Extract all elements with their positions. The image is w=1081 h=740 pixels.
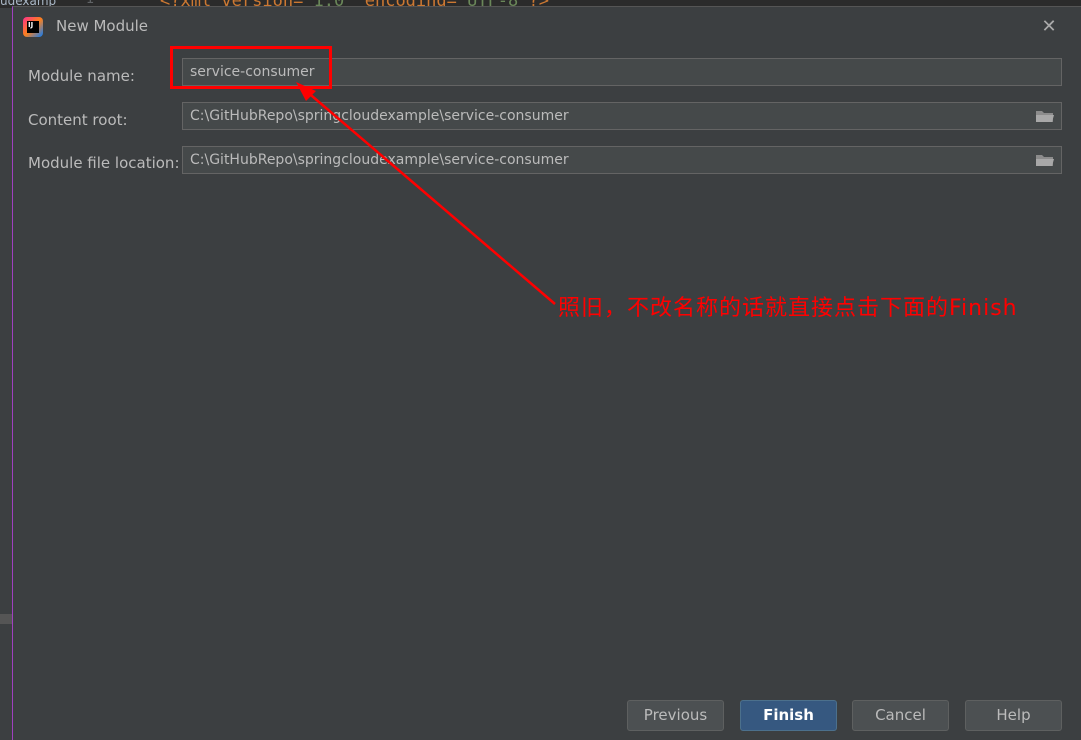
annotation-text: 照旧，不改名称的话就直接点击下面的Finish (558, 296, 1018, 321)
annotation-arrow (296, 82, 556, 305)
